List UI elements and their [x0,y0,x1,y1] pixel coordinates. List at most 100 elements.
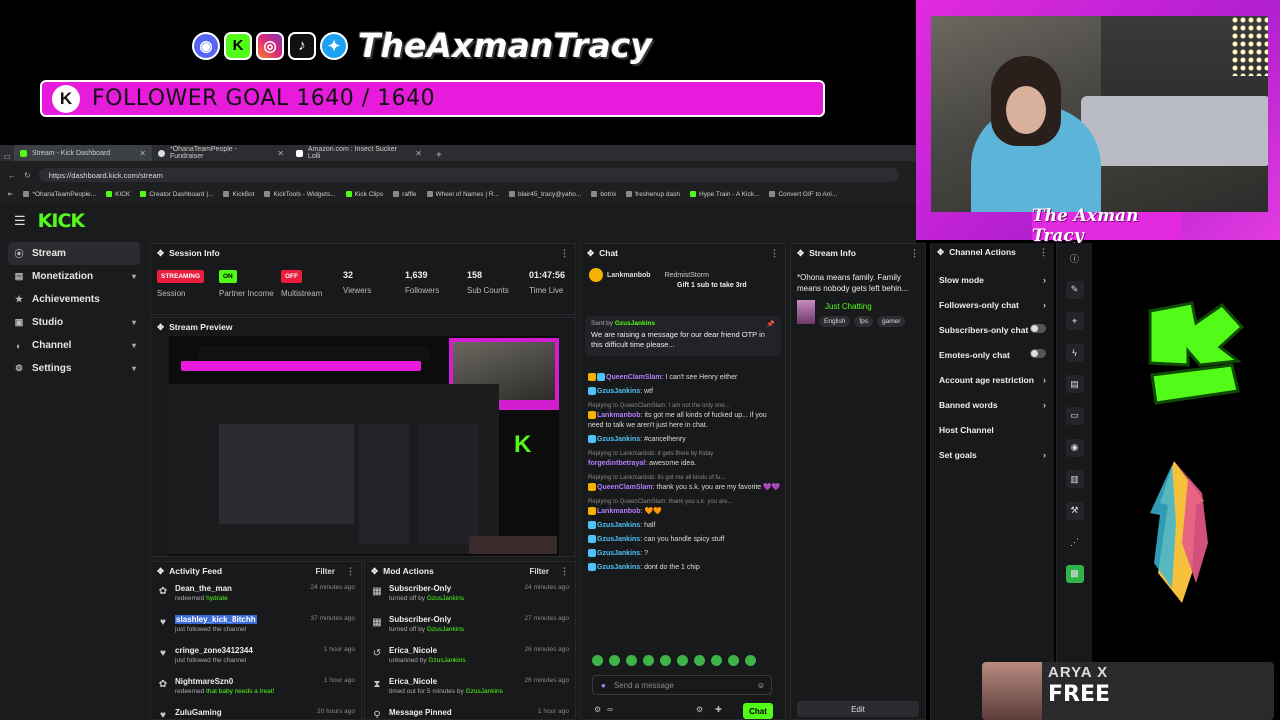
more-options-icon[interactable]: ⋮ [770,248,779,259]
infinity-icon[interactable]: ∞ [607,705,613,714]
info-icon[interactable]: ⓘ [1066,249,1084,267]
bookmark-item[interactable]: *OhanaTeamPeople... [23,191,96,198]
bookmark-item[interactable]: Hype Train - A Kick... [690,191,759,198]
chat-bubble-icon[interactable]: ▭ [1065,406,1084,425]
emote-icon[interactable] [694,655,705,666]
gift-cta[interactable]: Gift 1 sub to take 3rd [677,282,779,289]
emote-icon[interactable] [660,655,671,666]
set-goals-row[interactable]: Set goals › [931,442,1054,467]
close-icon[interactable]: ✕ [415,149,422,158]
account-age-row[interactable]: Account age restriction › [931,367,1054,392]
bookmark-item[interactable]: Convert GIF to Ani... [769,191,837,198]
stream-category[interactable]: Just Chatting [825,302,872,311]
pinned-message[interactable]: Sent by GzusJankins 📌 We are raising a m… [585,316,781,356]
more-options-icon[interactable]: ⋮ [1039,247,1048,258]
mic-icon[interactable]: ● [601,681,606,690]
bookmark-item[interactable]: blair45_tracy@yaho... [508,191,581,198]
drag-handle-icon[interactable]: ✥ [937,247,944,258]
chat-send-button[interactable]: Chat [743,703,773,719]
chat-input[interactable]: ● Send a message ☺ [592,675,772,695]
more-options-icon[interactable]: ⋮ [560,566,569,577]
bookmark-item[interactable]: KickTools - Widgets... [264,191,336,198]
more-options-icon[interactable]: ⋮ [346,566,355,577]
bookmark-item[interactable]: botrix [591,191,616,198]
back-icon[interactable]: ← [8,171,16,180]
reload-icon[interactable]: ↻ [24,171,31,180]
sidebar-item-stream[interactable]: ⦿ Stream [8,242,140,265]
share-icon[interactable]: ⋰ [1066,533,1084,551]
bookmark-nav-icon[interactable]: ⇤ [8,190,13,198]
emote-icon[interactable] [592,655,603,666]
drag-handle-icon[interactable]: ✥ [157,322,164,333]
emoji-icon[interactable]: ☺ [757,681,765,690]
chat-messages: QueenClamSlam: I can't see Henry either … [588,373,782,648]
emote-icon[interactable] [745,655,756,666]
tiktok-icon: ♪ [288,31,316,60]
webcam-name-strip: The Axman Tracy [1032,206,1182,246]
more-options-icon[interactable]: ⋮ [910,248,919,259]
stat-multistream[interactable]: OFF Multistream [281,270,343,298]
edit-stream-info-button[interactable]: Edit [797,701,919,717]
bookmark-item[interactable]: Kick Clips [345,191,383,198]
new-tab-icon[interactable]: + [428,150,450,161]
sidebar-item-achievements[interactable]: ★ Achievements [8,288,140,311]
bookmark-item[interactable]: freshenup dash [626,191,680,198]
emote-icon[interactable] [728,655,739,666]
gift-icon[interactable]: ▩ [1065,564,1084,583]
sidebar-item-monetization[interactable]: ▤ Monetization ▾ [8,265,140,288]
emote-icon[interactable] [643,655,654,666]
bookmark-item[interactable]: KICK [106,191,130,198]
drag-handle-icon[interactable]: ✥ [157,248,164,259]
bookmark-item[interactable]: raffle [393,191,417,198]
promo-card[interactable]: ARYA X FREE [982,662,1274,720]
sidebar-item-studio[interactable]: ▣ Studio ▾ [8,311,140,334]
more-options-icon[interactable]: ⋮ [560,248,569,259]
drag-handle-icon[interactable]: ✥ [587,248,594,259]
id-card-icon[interactable]: ▥ [1065,470,1084,489]
radio-icon[interactable]: ◉ [1065,438,1084,457]
wrench-icon[interactable]: ⚒ [1065,501,1084,520]
pencil-icon[interactable]: ✎ [1065,280,1084,299]
emote-icon[interactable] [711,655,722,666]
host-channel-row[interactable]: Host Channel [931,417,1054,442]
tab-amazon[interactable]: Amazon.com : Insect Sucker Lolli ✕ [290,145,428,161]
emotes-only-toggle[interactable] [1030,349,1046,358]
drag-handle-icon[interactable]: ✥ [157,566,164,577]
emote-icon[interactable] [609,655,620,666]
bookmark-item[interactable]: KickBot [223,191,254,198]
bookmark-item[interactable]: Creator Dashboard |... [140,191,213,198]
bookmark-item[interactable]: Wheel of Names | R... [426,191,499,198]
emote-icon[interactable] [677,655,688,666]
filter-button[interactable]: Filter [529,567,549,576]
gift-icon[interactable]: ✚ [715,705,722,714]
drag-handle-icon[interactable]: ✥ [797,248,804,259]
drag-handle-icon[interactable]: ✥ [371,566,378,577]
filter-button[interactable]: Filter [315,567,335,576]
kick-topbar: ☰ KICK [0,204,916,238]
slow-mode-row[interactable]: Slow mode › [931,267,1054,292]
bolt-icon[interactable]: ϟ [1065,343,1084,362]
page-icon[interactable]: ▤ [1065,375,1084,394]
subscribers-only-toggle[interactable] [1030,324,1046,333]
gear-icon[interactable]: ⚙ [696,705,703,714]
settings-icon[interactable]: ⚙ [594,705,601,714]
stat-partner-income[interactable]: ON Partner Income [219,270,281,298]
url-bar[interactable]: https://dashboard.kick.com/stream [38,168,899,182]
chevron-down-icon: ▾ [131,364,136,373]
sidebar-item-settings[interactable]: ⚙ Settings ▾ [8,357,140,380]
emote-icon[interactable] [626,655,637,666]
sidebar-item-channel[interactable]: ◐ Channel ▾ [8,334,140,357]
banned-words-row[interactable]: Banned words › [931,392,1054,417]
kick-logo[interactable]: KICK [38,210,85,232]
followers-only-row[interactable]: Followers-only chat › [931,292,1054,317]
pin-icon[interactable]: 📌 [767,320,775,328]
hamburger-menu-icon[interactable]: ☰ [14,213,26,229]
tab-list-icon[interactable]: ▭ [0,152,14,161]
stream-preview-video[interactable]: K [169,336,559,556]
tab-kick-dashboard[interactable]: Stream - Kick Dashboard ✕ [14,145,152,161]
panel-title: Channel Actions [949,247,1016,257]
tab-fundraiser[interactable]: *OhanaTeamPeople - Fundraiser ✕ [152,145,290,161]
crosshair-icon[interactable]: ⌖ [1065,312,1084,331]
close-icon[interactable]: ✕ [277,149,284,158]
close-icon[interactable]: ✕ [139,149,146,158]
